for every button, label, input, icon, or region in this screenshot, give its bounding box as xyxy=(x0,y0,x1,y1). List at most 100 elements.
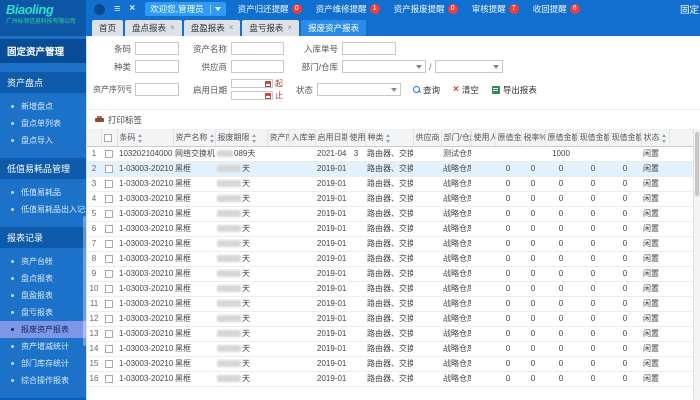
table-row[interactable]: 3 1-03003-20210128- 黑框 天 2019-01-01 路由器、… xyxy=(87,176,693,192)
column-header[interactable]: 启用日期 xyxy=(315,130,348,147)
warehouse-select[interactable] xyxy=(434,60,503,73)
sidebar-section-consumables[interactable]: 低值易耗品管理 xyxy=(0,158,86,179)
sidebar-item[interactable]: 盘点单列表 xyxy=(0,115,86,132)
column-header[interactable]: 入库单号 xyxy=(289,130,316,147)
sidebar-item[interactable]: 盘盈报表 xyxy=(0,287,86,304)
export-report-button[interactable]: 导出报表 xyxy=(491,84,537,96)
welcome-user-dropdown[interactable]: 欢迎您,管理员 xyxy=(145,2,226,16)
row-checkbox[interactable] xyxy=(105,209,113,218)
sidebar-item[interactable]: 资产台帐 xyxy=(0,253,86,270)
table-row[interactable]: 2 1-03003-20210128- 黑框 天 2019-01-01 路由器、… xyxy=(87,161,693,177)
reminder-link[interactable]: 收回提醒 6 xyxy=(533,3,580,15)
row-checkbox[interactable] xyxy=(105,314,113,323)
sidebar-item[interactable]: 低值易耗品 xyxy=(0,184,86,201)
table-row[interactable]: 11 1-03003-20210128- 黑框 天 2019-01-01 路由器… xyxy=(87,296,693,312)
column-header[interactable]: 现值金额(不含税 xyxy=(577,130,610,147)
row-checkbox[interactable] xyxy=(105,284,113,293)
tab[interactable]: 首页 × xyxy=(92,20,124,36)
sidebar-item[interactable]: 新增盘点 xyxy=(0,98,86,115)
status-select[interactable] xyxy=(317,83,401,96)
column-header[interactable]: 条码 xyxy=(117,130,174,147)
column-header[interactable]: 资产序列号 xyxy=(267,130,290,147)
sort-icon[interactable] xyxy=(661,133,667,143)
row-checkbox[interactable] xyxy=(105,374,113,383)
table-row[interactable]: 4 1-03003-20210128- 黑框 天 2019-01-01 路由器、… xyxy=(87,191,693,207)
tab[interactable]: 盘点报表 × xyxy=(125,20,182,36)
serial-no-input[interactable] xyxy=(135,83,179,96)
column-header[interactable]: 使用人 xyxy=(471,130,496,147)
sidebar-item[interactable]: 资产增减统计 xyxy=(0,338,86,355)
table-row[interactable]: 7 1-03003-20210128- 黑框 天 2019-01-01 路由器、… xyxy=(87,236,693,252)
row-checkbox[interactable] xyxy=(105,269,113,278)
row-checkbox[interactable] xyxy=(105,254,113,263)
table-scrollbar-thumb[interactable] xyxy=(695,132,699,196)
table-row[interactable]: 6 1-03003-20210128- 黑框 天 2019-01-01 路由器、… xyxy=(87,221,693,237)
column-header[interactable] xyxy=(669,130,694,147)
table-row[interactable]: 13 1-03003-20210128- 黑框 天 2019-01-01 路由器… xyxy=(87,326,693,342)
tab-close-icon[interactable]: × xyxy=(170,24,175,32)
table-row[interactable]: 9 1-03003-20210128- 黑框 天 2019-01-01 路由器、… xyxy=(87,266,693,282)
sort-icon[interactable] xyxy=(385,133,391,143)
reminder-link[interactable]: 资产归还提醒 0 xyxy=(238,3,302,15)
sidebar-item[interactable]: 盘亏报表 xyxy=(0,304,86,321)
tab[interactable]: 盘亏报表 × xyxy=(242,20,300,36)
table-scrollbar[interactable] xyxy=(693,130,700,400)
table-row[interactable]: 16 1-03003-20210128- 黑框 天 2019-01-01 路由器… xyxy=(87,371,693,387)
column-header[interactable]: 资产名称 xyxy=(173,130,216,147)
sidebar-item[interactable]: 盘点导入 xyxy=(0,132,86,149)
row-checkbox[interactable] xyxy=(105,179,113,188)
row-checkbox[interactable] xyxy=(105,164,113,173)
table-row[interactable]: 10 1-03003-20210128- 黑框 天 2019-01-01 路由器… xyxy=(87,281,693,297)
select-all-checkbox[interactable] xyxy=(103,134,112,143)
category-input[interactable] xyxy=(135,60,179,73)
sort-icon[interactable] xyxy=(137,133,143,143)
date-to-input[interactable] xyxy=(231,91,273,100)
tab[interactable]: 报废资产报表 × xyxy=(301,20,367,36)
sidebar-item[interactable]: 综合操作报表 xyxy=(0,372,86,389)
column-header[interactable] xyxy=(101,130,118,147)
row-checkbox[interactable] xyxy=(105,149,113,158)
dept-select[interactable] xyxy=(342,60,426,73)
tab[interactable]: 盘盈报表 × xyxy=(183,20,241,36)
column-header[interactable]: 供应商 xyxy=(413,130,442,147)
row-checkbox[interactable] xyxy=(105,299,113,308)
sidebar-item[interactable]: 部门库存统计 xyxy=(0,355,86,372)
round-toggle-icon[interactable] xyxy=(94,3,105,15)
column-header[interactable]: 状态 xyxy=(641,130,670,147)
order-no-input[interactable] xyxy=(342,42,396,55)
sort-icon[interactable] xyxy=(209,133,215,143)
table-row[interactable]: 5 1-03003-20210128- 黑框 天 2019-01-01 路由器、… xyxy=(87,206,693,222)
table-row[interactable]: 15 1-03003-20210128- 黑框 天 2019-01-01 路由器… xyxy=(87,356,693,372)
table-row[interactable]: 1 10320210400013 网络交换机 089天 2021-04-01 3… xyxy=(87,146,693,162)
print-label-button[interactable]: 打印标签 xyxy=(95,114,142,126)
column-header[interactable]: 使用年限 xyxy=(347,130,366,147)
reminder-link[interactable]: 审核提醒 7 xyxy=(472,3,519,15)
menu-icon[interactable]: ≡ xyxy=(114,3,120,15)
column-header[interactable]: 原值金额(含 xyxy=(495,130,522,147)
column-header[interactable]: 现值金额(不含税 xyxy=(609,130,642,147)
search-button[interactable]: 查询 xyxy=(413,84,440,96)
row-checkbox[interactable] xyxy=(105,344,113,353)
supplier-input[interactable] xyxy=(231,60,284,73)
row-checkbox[interactable] xyxy=(105,239,113,248)
row-checkbox[interactable] xyxy=(105,224,113,233)
sidebar-item[interactable]: 盘点报表 xyxy=(0,270,86,287)
column-header[interactable] xyxy=(87,130,102,147)
table-row[interactable]: 8 1-03003-20210128- 黑框 天 2019-01-01 路由器、… xyxy=(87,251,693,267)
clear-button[interactable]: × 清空 xyxy=(453,84,479,96)
column-header[interactable]: 报废期限 xyxy=(215,130,268,147)
sort-icon[interactable] xyxy=(251,133,257,143)
column-header[interactable]: 原值金额(不含税 xyxy=(545,130,578,147)
sidebar-item[interactable]: 报废资产报表 xyxy=(0,321,86,338)
sidebar-section-reports[interactable]: 报表记录 xyxy=(0,227,86,248)
reminder-link[interactable]: 资产维修提醒 1 xyxy=(316,3,380,15)
tab-close-icon[interactable]: × xyxy=(229,24,234,32)
calendar-icon[interactable] xyxy=(265,81,271,87)
row-checkbox[interactable] xyxy=(105,359,113,368)
row-checkbox[interactable] xyxy=(105,329,113,338)
table-row[interactable]: 12 1-03003-20210128- 黑框 天 2019-01-01 路由器… xyxy=(87,311,693,327)
tab-close-icon[interactable]: × xyxy=(287,24,292,32)
table-row[interactable]: 14 1-03003-20210128- 黑框 天 2019-01-01 路由器… xyxy=(87,341,693,357)
sidebar-section-asset-check[interactable]: 资产盘点 xyxy=(0,72,86,93)
barcode-input[interactable] xyxy=(135,42,179,55)
